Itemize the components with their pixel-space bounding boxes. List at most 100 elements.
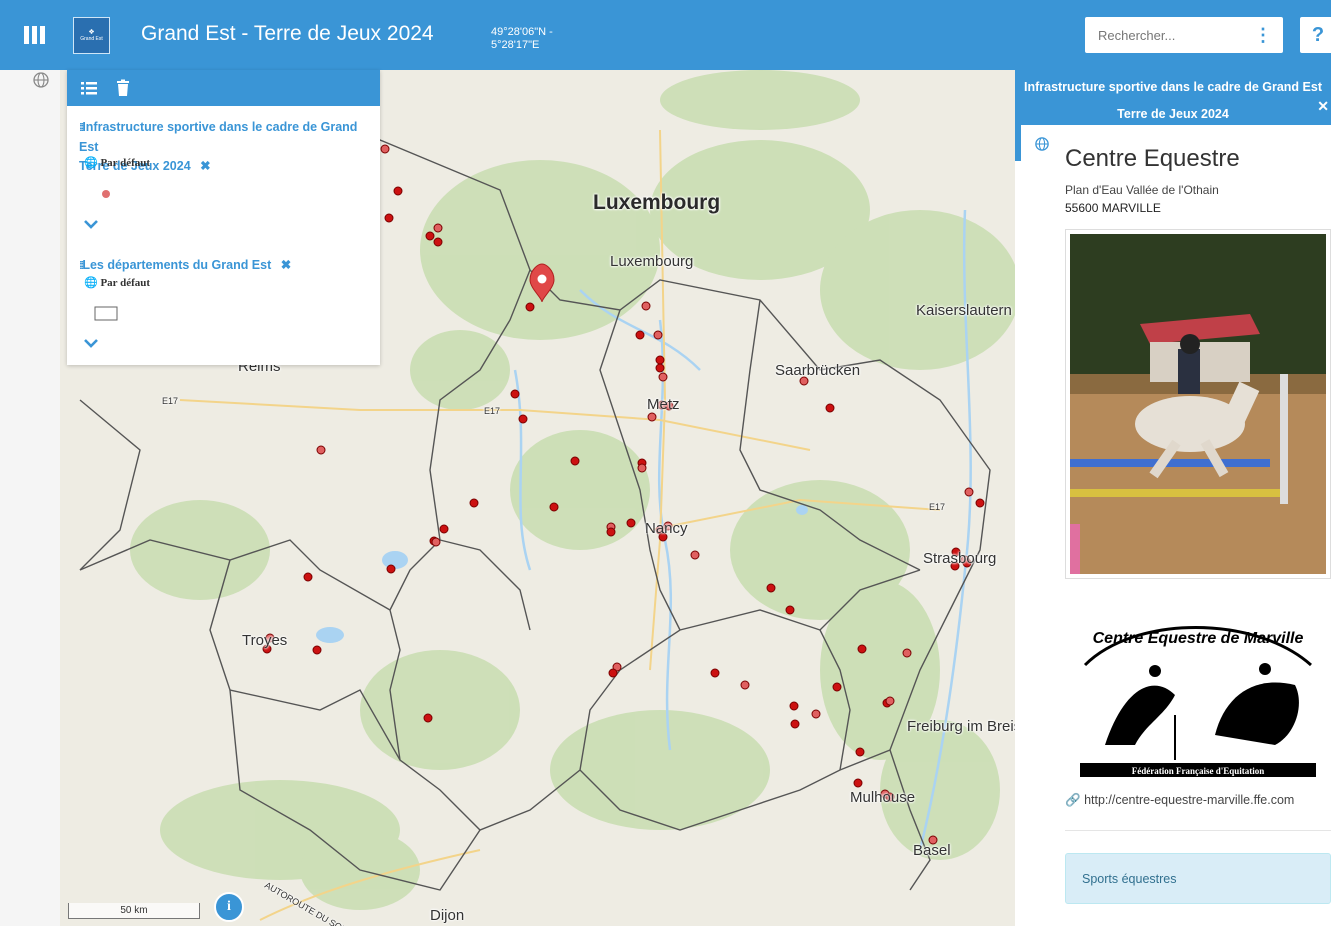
poi-marker[interactable] [825, 403, 835, 413]
detail-accent-bar [1015, 125, 1021, 161]
globe-icon[interactable] [33, 72, 49, 88]
poi-marker[interactable] [641, 301, 651, 311]
poi-marker[interactable] [439, 524, 449, 534]
poi-marker[interactable] [431, 537, 441, 547]
poi-marker[interactable] [525, 302, 535, 312]
poi-marker[interactable] [740, 680, 750, 690]
poi-marker[interactable] [655, 363, 665, 373]
close-icon[interactable]: ✕ [1317, 98, 1329, 115]
coords-lat: 49°28'06"N - [491, 26, 553, 38]
poi-marker[interactable] [653, 330, 663, 340]
detail-panel: Infrastructure sportive dans le cadre de… [1015, 70, 1331, 926]
poi-marker[interactable] [832, 682, 842, 692]
poi-marker[interactable] [518, 414, 528, 424]
poi-marker[interactable] [857, 644, 867, 654]
poi-marker[interactable] [384, 213, 394, 223]
poi-marker[interactable] [570, 456, 580, 466]
poi-marker[interactable] [635, 330, 645, 340]
detail-header: Infrastructure sportive dans le cadre de… [1015, 70, 1331, 125]
legend-rectangle-symbol [94, 306, 118, 321]
poi-marker[interactable] [425, 231, 435, 241]
equestrian-photo-image [1070, 234, 1326, 574]
poi-marker[interactable] [626, 518, 636, 528]
map-label-kaiserslautern: Kaiserslautern [916, 302, 1012, 319]
poi-marker[interactable] [469, 498, 479, 508]
poi-marker[interactable] [549, 502, 559, 512]
map-label-basel: Basel [913, 842, 951, 859]
logo-text-bottom: Fédération Française d'Equitation [1132, 766, 1265, 776]
legend-style-label: 🌐 Par défaut [84, 156, 150, 169]
legend-toolbar [67, 70, 380, 106]
poi-address-line2: 55600 MARVILLE [1065, 201, 1161, 215]
poi-marker[interactable] [312, 645, 322, 655]
map-label-troyes: Troyes [242, 632, 288, 649]
poi-marker[interactable] [303, 572, 313, 582]
list-icon[interactable] [80, 79, 98, 97]
poi-marker[interactable] [647, 412, 657, 422]
map-label-road-e17-c: E17 [929, 502, 946, 512]
detail-layer-title-line2: Terre de Jeux 2024 [1117, 107, 1229, 121]
poi-marker[interactable] [785, 605, 795, 615]
close-layer-icon[interactable]: ✖ [281, 258, 291, 272]
poi-marker[interactable] [606, 527, 616, 537]
poi-marker[interactable] [855, 747, 865, 757]
divider [1065, 830, 1331, 831]
poi-marker[interactable] [710, 668, 720, 678]
map-label-strasbourg: Strasbourg [923, 550, 997, 567]
poi-photo[interactable] [1065, 229, 1331, 579]
legend-layer-departements[interactable]: ⁞⁞Les départements du Grand Est ✖ [79, 256, 379, 276]
map-label-nancy: Nancy [645, 520, 688, 537]
globe-icon[interactable] [1035, 137, 1049, 151]
map-scale-bar: 50 km [68, 903, 200, 919]
poi-marker[interactable] [433, 237, 443, 247]
poi-marker[interactable] [690, 550, 700, 560]
chevron-down-icon[interactable] [84, 338, 98, 348]
region-logo-icon[interactable]: ❖ Grand Est [73, 17, 110, 54]
poi-marker[interactable] [386, 564, 396, 574]
poi-marker[interactable] [316, 445, 326, 455]
poi-marker[interactable] [975, 498, 985, 508]
close-layer-icon[interactable]: ✖ [200, 159, 210, 173]
map-label-mulhouse: Mulhouse [850, 789, 916, 806]
help-button[interactable]: ? [1300, 17, 1331, 53]
poi-marker[interactable] [608, 668, 618, 678]
poi-marker[interactable] [655, 355, 665, 365]
poi-marker[interactable] [811, 709, 821, 719]
coordinates-readout: 49°28'06"N - 5°28'17"E [491, 26, 553, 52]
coords-lon: 5°28'17"E [491, 39, 540, 51]
poi-marker[interactable] [380, 144, 390, 154]
poi-marker[interactable] [510, 389, 520, 399]
poi-marker[interactable] [964, 487, 974, 497]
map-label-road-e17-b: E17 [484, 406, 501, 416]
legend-panel: ⁞⁞Infrastructure sportive dans le cadre … [67, 70, 380, 365]
detail-layer-title: Infrastructure sportive dans le cadre de… [1015, 74, 1331, 128]
poi-marker[interactable] [789, 701, 799, 711]
info-button[interactable]: i [214, 892, 244, 922]
kebab-vertical-icon[interactable]: ⋮ [1243, 17, 1283, 53]
chevron-down-icon[interactable] [84, 219, 98, 229]
poi-marker[interactable] [902, 648, 912, 658]
poi-website-link[interactable]: 🔗 http://centre-equestre-marville.ffe.co… [1065, 793, 1294, 808]
search-input[interactable] [1085, 17, 1245, 53]
map-label-saarbrucken: Saarbrücken [775, 362, 861, 379]
map-label-metz: Metz [647, 396, 680, 413]
menu-bars-icon[interactable] [18, 22, 54, 50]
poi-marker[interactable] [853, 778, 863, 788]
poi-marker[interactable] [637, 463, 647, 473]
legend-style-label: 🌐 Par défaut [84, 276, 150, 289]
legend-dot-symbol [102, 190, 110, 198]
poi-marker[interactable] [423, 713, 433, 723]
poi-marker[interactable] [766, 583, 776, 593]
poi-marker[interactable] [790, 719, 800, 729]
club-logo: Centre Equestre de Marville Fédération F… [1065, 605, 1331, 785]
poi-marker[interactable] [885, 696, 895, 706]
poi-marker[interactable] [433, 223, 443, 233]
poi-marker[interactable] [658, 372, 668, 382]
poi-website-text: http://centre-equestre-marville.ffe.com [1084, 793, 1295, 807]
link-icon: 🔗 [1065, 793, 1081, 807]
trash-icon[interactable] [114, 79, 132, 97]
app-title: Grand Est - Terre de Jeux 2024 [141, 22, 434, 45]
poi-marker[interactable] [393, 186, 403, 196]
club-logo-image: Centre Equestre de Marville Fédération F… [1080, 626, 1316, 777]
legend-style-label-text: Par défaut [100, 157, 151, 169]
